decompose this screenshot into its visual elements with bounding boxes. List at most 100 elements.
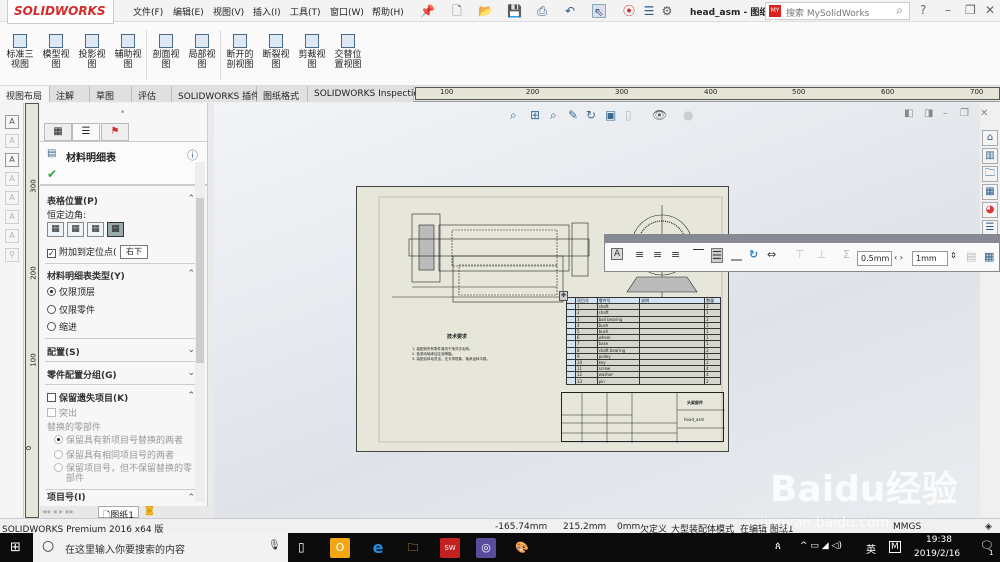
taskbar-search-box[interactable]: ○ 在这里输入你要搜索的内容 🎙 [33, 533, 288, 562]
configurations-header[interactable]: 配置(S) ⌄ [47, 345, 195, 358]
model-view-button[interactable]: 模型视图 [38, 34, 74, 70]
input-method-icon[interactable]: M [889, 541, 901, 553]
attach-to-anchor-checkbox[interactable]: ✓ 附加到定位点( [47, 245, 117, 258]
undo-icon[interactable]: ↶ [563, 4, 577, 18]
standard-3-view-button[interactable]: 标准三 视图 [2, 34, 38, 70]
radio-parts-only[interactable]: 仅限零件 [47, 303, 95, 316]
options-gear-icon[interactable]: ⚙ [660, 4, 674, 18]
close-button[interactable]: ✕ [985, 3, 995, 17]
view-palette-icon[interactable]: ▦ [982, 184, 998, 200]
auto-balloon-icon[interactable]: A [5, 153, 19, 167]
sheet-nav-arrows[interactable]: ◂◂ ◂ ▸ ▸▸ [42, 507, 74, 516]
tab-feature-manager[interactable]: ▦ [44, 123, 72, 141]
anchor-bottom-right-button[interactable]: ▦ [107, 222, 124, 237]
taskbar-app-solidworks[interactable]: SW [440, 538, 460, 558]
border-width-input[interactable]: 0.5mm [857, 251, 892, 266]
anchor-bottom-left-button[interactable]: ▦ [87, 222, 104, 237]
new-document-icon[interactable]: 🗋 [450, 4, 464, 18]
table-text-format-icon[interactable]: A [611, 248, 624, 260]
status-tag-icon[interactable]: ◈ [985, 522, 992, 532]
search-icon[interactable]: ⌕ [896, 3, 903, 18]
tab-sketch[interactable]: 草图 [90, 86, 132, 102]
menu-help[interactable]: 帮助(H) [372, 5, 404, 18]
rebuild-traffic-light-icon[interactable]: ⦿ [622, 4, 636, 18]
menu-tools[interactable]: 工具(T) [290, 5, 321, 18]
select-pointer-icon[interactable]: ⇖ [592, 4, 606, 19]
add-sheet-icon[interactable]: ◙ [145, 506, 154, 516]
zoom-to-fit-icon[interactable]: ⌕ [510, 108, 517, 123]
menu-edit[interactable]: 编辑(E) [173, 5, 204, 18]
solidworks-logo[interactable]: SOLIDWORKS [7, 0, 114, 24]
projected-view-button[interactable]: 投影视图 [74, 34, 110, 70]
broken-out-section-button[interactable]: 断开的 剖视图 [222, 34, 258, 70]
align-right-icon[interactable]: ≡ [671, 248, 680, 261]
view-settings-icon[interactable]: ▣ [605, 108, 616, 122]
appearances-icon[interactable]: ◕ [982, 202, 998, 218]
tile-left-icon[interactable]: ◧ [904, 108, 913, 119]
table-layer-icon[interactable]: ▦ [984, 250, 994, 263]
tab-view-layout[interactable]: 视图布局 [0, 86, 50, 102]
note-icon[interactable]: A [5, 115, 19, 129]
menu-window[interactable]: 窗口(W) [330, 5, 364, 18]
section-view-button[interactable]: 剖面视图 [148, 34, 184, 70]
bom-cell[interactable]: 13 [575, 377, 598, 385]
ok-check-button[interactable]: ✔ [47, 167, 57, 181]
table-move-handle-icon[interactable]: ✥ [559, 291, 568, 301]
align-left-icon[interactable]: ≡ [635, 248, 644, 261]
align-bottom-icon[interactable]: ⎽ [731, 248, 742, 262]
menu-file[interactable]: 文件(F) [133, 5, 163, 18]
fit-column-width-icon[interactable]: ⇔ [767, 248, 776, 261]
restore-button[interactable]: ❐ [965, 3, 976, 17]
panel-scrollbar-thumb[interactable] [196, 198, 204, 363]
bill-of-materials-table[interactable]: 项目号 零件号 说明 数量 1 shaft 1 2 shaft 1 3 ball bearing 2 4… [566, 296, 721, 385]
search-input[interactable]: MY SW 搜索 MySolidWorks ⌕ [765, 2, 910, 26]
people-icon[interactable]: ጰ [775, 541, 781, 552]
tab-solidworks-addins[interactable]: SOLIDWORKS 插件 [172, 86, 260, 102]
bom-row[interactable]: 13 pin 2 [566, 377, 721, 385]
anchor-top-right-button[interactable]: ▦ [67, 222, 84, 237]
tile-right-icon[interactable]: ◨ [924, 108, 933, 119]
tab-solidworks-inspection[interactable]: SOLIDWORKS Inspection [308, 86, 425, 102]
radio-top-level-only[interactable]: 仅限顶层 [47, 285, 95, 298]
open-folder-icon[interactable]: 📂 [478, 4, 493, 18]
align-middle-icon[interactable]: ☰ [711, 248, 723, 263]
pin-icon[interactable]: 📌 [420, 4, 435, 18]
panel-grip-icon[interactable]: • [120, 108, 125, 118]
menu-insert[interactable]: 插入(I) [253, 5, 281, 18]
tab-configuration-manager[interactable]: ⚑ [101, 123, 129, 141]
panel-splitter[interactable] [207, 103, 214, 506]
taskbar-app-edge[interactable]: e [368, 538, 388, 558]
break-view-button[interactable]: 断裂视图 [258, 34, 294, 70]
clock-time[interactable]: 19:38 [926, 535, 952, 545]
bom-cell[interactable] [639, 377, 706, 385]
anchor-top-left-button[interactable]: ▦ [47, 222, 64, 237]
bom-row-handle[interactable] [566, 377, 576, 385]
tab-evaluate[interactable]: 评估 [132, 86, 172, 102]
taskbar-app-outlook[interactable]: O [330, 538, 350, 558]
alternate-position-view-button[interactable]: 交替位 置视图 [330, 34, 366, 70]
doc-minimize-button[interactable]: – [943, 108, 948, 119]
detail-view-button[interactable]: 局部视图 [184, 34, 220, 70]
solidworks-resources-icon[interactable]: ⌂ [982, 130, 998, 146]
cell-padding-input[interactable]: 1mm [912, 251, 948, 266]
table-position-header[interactable]: 表格位置(P) ⌃ [47, 194, 195, 207]
rotate-table-icon[interactable]: ↻ [749, 248, 758, 261]
doc-close-button[interactable]: ✕ [980, 108, 988, 119]
doc-restore-button[interactable]: ❐ [960, 108, 969, 119]
tab-sheet-format[interactable]: 图纸格式 [257, 86, 308, 102]
file-explorer-icon[interactable]: 🗀 [982, 166, 998, 182]
help-icon[interactable]: ⓘ [187, 147, 198, 163]
bom-type-header[interactable]: 材料明细表类型(Y) ⌃ [47, 269, 195, 282]
redraw-icon[interactable]: ↻ [586, 108, 596, 122]
status-units[interactable]: MMGS [893, 522, 921, 532]
taskbar-app-viewer[interactable]: ◎ [476, 538, 496, 558]
align-top-icon[interactable]: ⎺ [693, 248, 704, 262]
cell-padding-spinner[interactable]: ⇕ [950, 251, 957, 260]
keep-missing-items-header[interactable]: 保留遗失项目(K) ⌃ [47, 391, 195, 404]
hide-show-items-icon[interactable]: 👁 [652, 108, 667, 122]
system-tray-icons[interactable]: ^ ▭ ◢ ◁) [800, 541, 842, 551]
taskbar-app-explorer[interactable]: 🗀 [403, 538, 423, 558]
zoom-previous-icon[interactable]: ⌕ [550, 108, 557, 123]
design-library-icon[interactable]: ▥ [982, 148, 998, 164]
minimize-button[interactable]: – [945, 3, 951, 17]
